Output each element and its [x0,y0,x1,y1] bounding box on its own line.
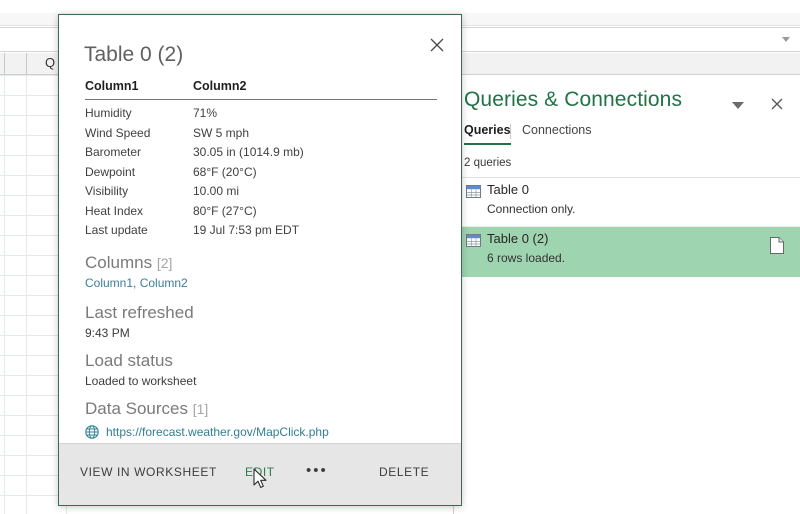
data-source-url[interactable]: https://forecast.weather.gov/MapClick.ph… [106,425,329,439]
last-refreshed-value: 9:43 PM [85,326,130,340]
column-header-2: Column2 [193,79,247,93]
cell-column1: Dewpoint [85,164,136,179]
load-status-heading: Load status [85,351,173,370]
delete-button[interactable]: DELETE [379,465,429,479]
cell-column2: 80°F (27°C) [193,203,257,218]
query-status: 6 rows loaded. [487,251,566,265]
column-header-1: Column1 [85,79,139,93]
globe-icon [85,425,99,439]
pane-close-icon[interactable] [767,94,787,114]
load-status-value: Loaded to worksheet [85,374,197,388]
table-header-row: Column1 Column2 [85,79,437,100]
cell-column2: 71% [193,106,218,120]
cell-column1: Humidity [85,106,132,120]
tab-separator [510,124,511,139]
data-sources-heading-text: Data Sources [85,399,188,418]
pane-tabs: Queries Connections [464,123,794,149]
cell-column2: SW 5 mph [193,125,250,140]
last-refreshed-heading: Last refreshed [85,303,194,322]
card-title: Table 0 (2) [84,43,184,66]
pane-title: Queries & Connections [464,88,683,111]
table-icon [466,234,481,247]
ribbon-strip-upper [0,0,800,13]
tab-queries[interactable]: Queries [464,123,511,145]
table-row: Heat Index 80°F (27°C) [85,203,437,223]
cell-column1: Last update [85,223,148,237]
cell-column2: 30.05 in (1014.9 mb) [193,145,304,159]
cell-column1: Wind Speed [85,125,151,140]
query-preview-card: Table 0 (2) Column1 Column2 Humidity 71%… [58,14,462,506]
section-last-refreshed: Last refreshed 9:43 PM [85,303,194,340]
section-columns: Columns [2] Column1, Column2 [85,253,188,290]
table-row: Visibility 10.00 mi [85,183,437,203]
chevron-down-icon[interactable] [729,97,747,113]
section-heading: Data Sources [1] [85,399,208,419]
tab-connections[interactable]: Connections [522,123,592,143]
pane-title-row: Queries & Connections [454,83,800,119]
section-load-status: Load status Loaded to worksheet [85,351,196,388]
columns-count: [2] [156,255,173,271]
table-row: Barometer 30.05 in (1014.9 mb) [85,144,437,164]
query-name: Table 0 (2) [487,231,549,246]
table-row: Dewpoint 68°F (20°C) [85,164,437,184]
queries-and-connections-pane: Queries & Connections Queries Connection… [453,75,800,514]
preview-table: Column1 Column2 Humidity 71% Wind Speed … [85,79,437,242]
worksheet-document-icon[interactable] [770,237,784,254]
table-row: Humidity 71% [85,105,437,125]
view-in-worksheet-button[interactable]: VIEW IN WORKSHEET [80,465,217,479]
excel-window: Q groovyPost.com Queries & Connections [0,0,800,514]
data-sources-count: [1] [192,401,209,417]
table-row: Wind Speed SW 5 mph [85,125,437,145]
cell-column1: Heat Index [85,203,144,218]
columns-value[interactable]: Column1, Column2 [85,276,188,290]
query-list-item-table-0[interactable]: Table 0 Connection only. [454,178,800,226]
more-options-button[interactable]: ••• [306,462,328,479]
cell-column2: 68°F (20°C) [193,164,257,179]
table-icon [466,185,481,198]
cell-column2: 10.00 mi [193,184,240,198]
query-count-label: 2 queries [464,157,512,169]
mouse-cursor [253,468,269,491]
query-status: Connection only. [487,202,576,216]
data-source-row[interactable]: https://forecast.weather.gov/MapClick.ph… [85,424,329,442]
table-row: Last update 19 Jul 7:53 pm EDT [85,222,437,242]
query-name: Table 0 [487,182,529,197]
section-heading: Columns [2] [85,253,188,273]
section-data-sources: Data Sources [1] https://forecast.weathe… [85,399,329,442]
cell-column2: 19 Jul 7:53 pm EDT [193,223,300,237]
card-close-icon[interactable] [426,34,448,56]
cell-column1: Barometer [85,145,142,159]
query-list-item-table-0-2[interactable]: Table 0 (2) 6 rows loaded. [454,227,800,277]
columns-heading-text: Columns [85,253,153,272]
cell-column1: Visibility [85,184,129,198]
formula-bar-expand-icon[interactable] [780,34,794,46]
